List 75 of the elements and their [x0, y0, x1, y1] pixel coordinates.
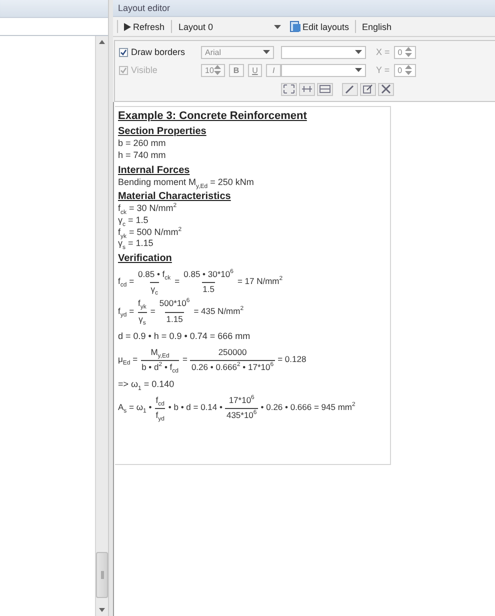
section-heading: Internal Forces [118, 164, 191, 177]
fraction: 500*10$^{6}$ 1.15 [158, 298, 191, 324]
refresh-button[interactable]: Refresh [122, 20, 167, 32]
caret-icon [263, 50, 270, 54]
formula-text: • b • d = 0.14 • [168, 402, 222, 413]
fraction: f$_{cd}$ f$_{yd}$ [154, 394, 166, 420]
caret-icon [355, 50, 362, 54]
document-title: Example 3: Concrete Reinforcement [118, 109, 308, 124]
scroll-up-icon[interactable] [99, 40, 105, 44]
language-button[interactable]: English [360, 20, 394, 32]
underline-button[interactable]: U [248, 64, 262, 76]
text-line: f$_{ck}$ = 30 N/mm$^{2}$ [118, 203, 178, 216]
formula-text: μ$_{Ed}$ = [118, 354, 138, 365]
fraction: 250000 0.26 • 0.666$^{2}$ • 17*10$^{6}$ [190, 346, 275, 372]
pen-button[interactable] [342, 82, 358, 96]
formula-text: = 17 N/mm$^{2}$ [237, 276, 283, 288]
formula-text: = 435 N/mm$^{2}$ [194, 306, 244, 317]
caret-icon [355, 68, 362, 72]
formula-text: f$_{cd}$ = [118, 276, 134, 288]
edit-button[interactable] [360, 82, 376, 96]
section-heading: Section Properties [118, 125, 208, 138]
coordinate-field[interactable]: 0 [394, 64, 416, 76]
section-heading: Verification [118, 252, 173, 266]
text-line: d = 0.9 • h = 0.9 • 0.74 = 666 mm [118, 330, 252, 343]
spinner-icon[interactable] [404, 46, 412, 58]
layout-icon [290, 21, 301, 32]
coordinate-label: X = [376, 47, 390, 57]
formula-text: = [174, 276, 180, 288]
formula-text: f$_{yd}$ = [118, 306, 134, 317]
edit-layouts-button[interactable]: Edit layouts [288, 20, 352, 33]
expand-icon [283, 84, 295, 94]
text-line: f$_{yk}$ = 500 N/mm$^{2}$ [118, 226, 183, 238]
scroll-down-icon[interactable] [99, 608, 105, 612]
delete-icon [380, 84, 392, 94]
bold-button[interactable]: B [228, 64, 244, 76]
table-button[interactable] [317, 82, 333, 96]
scrollbar[interactable] [95, 36, 108, 616]
fraction: f$_{yk}$ γ$_{s}$ [137, 298, 148, 324]
edit-icon [362, 84, 374, 94]
align-button[interactable] [299, 82, 315, 96]
caret-icon [274, 24, 281, 28]
formula-text: = 0.128 [278, 354, 306, 365]
expand-button[interactable] [281, 82, 297, 96]
text-line: Bending moment M$_{y,Ed}$ = 250 kNm [118, 176, 255, 188]
italic-button[interactable]: I [266, 64, 282, 76]
fraction: M$_{y,Ed}$ b • d$^{2}$ • f$_{cd}$ [140, 346, 180, 372]
checkbox[interactable] [119, 48, 128, 56]
panel-title: Layout editor [113, 0, 495, 17]
text-line: h = 740 mm [118, 150, 167, 162]
text-line: γ$_{c}$ = 1.5 [118, 215, 150, 227]
fraction: 0.85 • 30*10$^{6}$ 1.5 [182, 269, 234, 294]
coordinate-label: Y = [376, 65, 390, 75]
text-line: => ω$_{1}$ = 0.140 [118, 378, 176, 391]
checkbox-label: Draw borders [131, 47, 186, 57]
section-heading: Material Characteristics [118, 190, 232, 202]
spinner-icon[interactable] [404, 64, 412, 76]
checkbox-label: Visible [131, 65, 158, 75]
pen-icon [344, 84, 356, 94]
spinner-icon[interactable] [214, 64, 221, 76]
formula-text: = [150, 306, 156, 317]
formula-text: • 0.26 • 0.666 = 945 mm$^{2}$ [260, 402, 356, 413]
layout-dropdown[interactable]: Layout 0 [176, 20, 284, 32]
coordinate-field[interactable]: 0 [394, 46, 416, 58]
align-icon [301, 84, 313, 94]
play-icon [124, 22, 131, 30]
formula-text: = [182, 354, 188, 365]
font-size-field[interactable]: 10 [201, 64, 225, 76]
fraction: 17*10$^{6}$ 435*10$^{6}$ [225, 394, 258, 420]
formula-text: A$_{s}$ = ω$_{1}$ • [118, 402, 152, 413]
text-line: b = 260 mm [118, 138, 167, 150]
table-icon [319, 84, 331, 94]
scrollbar-thumb[interactable] [96, 552, 108, 598]
delete-button[interactable] [378, 82, 394, 96]
font-dropdown[interactable]: Arial [201, 46, 274, 58]
text-line: γ$_{s}$ = 1.15 [118, 238, 154, 250]
